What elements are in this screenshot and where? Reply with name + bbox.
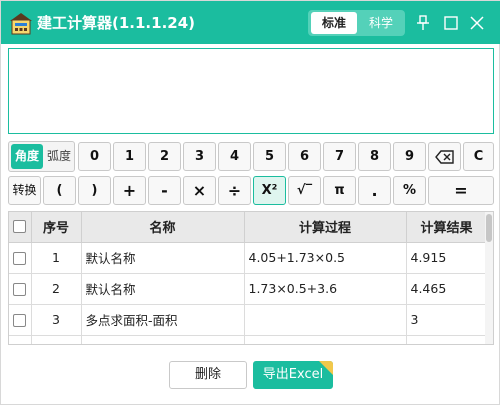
angle-degree-button[interactable]: 角度: [11, 144, 43, 169]
maximize-icon[interactable]: [441, 13, 461, 33]
clear-button[interactable]: C: [463, 142, 494, 171]
digit-2-button[interactable]: 2: [148, 142, 181, 171]
table-row[interactable]: 2 默认名称 1.73×0.5+3.6 4.465: [9, 273, 488, 305]
digit-1-button[interactable]: 1: [113, 142, 146, 171]
multiply-button[interactable]: ×: [183, 176, 216, 205]
row-process: [244, 304, 407, 336]
equals-button[interactable]: =: [428, 176, 494, 205]
mode-switch: 标准 科学: [308, 10, 405, 36]
digit-3-button[interactable]: 3: [183, 142, 216, 171]
row-checkbox[interactable]: [13, 283, 27, 296]
row-index: 4: [31, 335, 82, 344]
convert-button[interactable]: 转换: [8, 176, 41, 205]
digit-5-button[interactable]: 5: [253, 142, 286, 171]
square-button[interactable]: X²: [253, 176, 286, 205]
close-icon[interactable]: [467, 13, 487, 33]
delete-button[interactable]: 删除: [169, 361, 247, 389]
row-name: 默认名称: [81, 273, 245, 305]
row-name: 圆端形桥墩方量-单混凝: [81, 335, 245, 344]
tab-scientific[interactable]: 科学: [360, 12, 402, 34]
expression-display[interactable]: [8, 48, 494, 134]
angle-mode-toggle: 角度 弧度: [8, 141, 75, 172]
digit-4-button[interactable]: 4: [218, 142, 251, 171]
app-title: 建工计算器(1.1.1.24): [37, 14, 195, 32]
row-process: 4.05+1.73×0.5: [244, 242, 407, 274]
table-row[interactable]: 4 圆端形桥墩方量-单混凝 10+6×(1.785398+106 408.103: [9, 335, 488, 344]
digit-9-button[interactable]: 9: [393, 142, 426, 171]
row-index: 1: [31, 242, 82, 274]
pin-icon[interactable]: [413, 13, 433, 33]
row-result: 408.103: [406, 335, 488, 344]
row-result: 3: [406, 304, 488, 336]
header-process: 计算过程: [244, 212, 407, 243]
row-name: 多点求面积-面积: [81, 304, 245, 336]
backspace-button[interactable]: [428, 142, 461, 171]
header-index: 序号: [31, 212, 82, 243]
row-index: 3: [31, 304, 82, 336]
pi-button[interactable]: π: [323, 176, 356, 205]
square-root-button[interactable]: √‾: [288, 176, 321, 205]
digit-7-button[interactable]: 7: [323, 142, 356, 171]
close-paren-button[interactable]: ): [78, 176, 111, 205]
history-table: 序号 名称 计算过程 计算结果 1 默认名称 4.05+1.73×0.5 4.9…: [8, 211, 494, 345]
row-process: 10+6×(1.785398+106: [244, 335, 407, 344]
calculator-house-icon: [8, 10, 34, 36]
table-row[interactable]: 1 默认名称 4.05+1.73×0.5 4.915: [9, 242, 488, 274]
backspace-icon: [434, 149, 454, 164]
row-result: 4.915: [406, 242, 488, 274]
percent-button[interactable]: %: [393, 176, 426, 205]
scrollbar-thumb[interactable]: [486, 214, 492, 242]
export-excel-label: 导出Excel: [262, 367, 324, 382]
decimal-point-button[interactable]: .: [358, 176, 391, 205]
minus-button[interactable]: -: [148, 176, 181, 205]
title-bar[interactable]: 建工计算器(1.1.1.24) 标准 科学: [1, 1, 500, 44]
angle-radian-button[interactable]: 弧度: [44, 144, 74, 169]
export-excel-button[interactable]: 导出Excel: [253, 361, 333, 389]
divide-button[interactable]: ÷: [218, 176, 251, 205]
table-header-row: 序号 名称 计算过程 计算结果: [9, 212, 488, 243]
calculator-window: 建工计算器(1.1.1.24) 标准 科学 角度 弧度 0 1 2 3 4 5 …: [0, 0, 500, 405]
row-result: 4.465: [406, 273, 488, 305]
select-all-checkbox[interactable]: [13, 220, 27, 234]
row-checkbox[interactable]: [13, 252, 27, 265]
header-name: 名称: [81, 212, 245, 243]
header-result: 计算结果: [406, 212, 488, 243]
digit-8-button[interactable]: 8: [358, 142, 391, 171]
row-name: 默认名称: [81, 242, 245, 274]
digit-6-button[interactable]: 6: [288, 142, 321, 171]
row-checkbox[interactable]: [13, 314, 27, 327]
vip-badge-icon: [319, 361, 333, 375]
tab-standard[interactable]: 标准: [311, 12, 357, 34]
table-row[interactable]: 3 多点求面积-面积 3: [9, 304, 488, 336]
plus-button[interactable]: +: [113, 176, 146, 205]
digit-0-button[interactable]: 0: [78, 142, 111, 171]
open-paren-button[interactable]: (: [43, 176, 76, 205]
row-process: 1.73×0.5+3.6: [244, 273, 407, 305]
row-index: 2: [31, 273, 82, 305]
table-scrollbar[interactable]: [485, 212, 493, 344]
